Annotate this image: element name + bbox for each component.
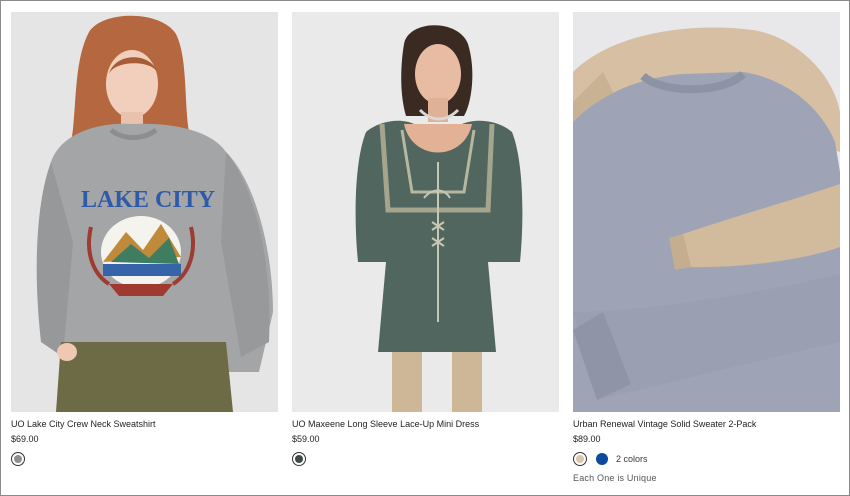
product-image-dress[interactable] bbox=[292, 12, 559, 412]
swatch-dot bbox=[576, 455, 584, 463]
color-swatch-gray[interactable] bbox=[11, 452, 25, 466]
product-price: $89.00 bbox=[573, 434, 601, 444]
swatch-dot bbox=[295, 455, 303, 463]
color-swatches bbox=[292, 451, 559, 467]
swatch-dot bbox=[596, 453, 608, 465]
product-name[interactable]: UO Lake City Crew Neck Sweatshirt bbox=[11, 419, 278, 430]
colors-count: 2 colors bbox=[616, 454, 648, 464]
color-swatch-blue[interactable] bbox=[595, 452, 609, 466]
product-note: Each One is Unique bbox=[573, 473, 657, 483]
swatch-dot bbox=[14, 455, 22, 463]
product-name[interactable]: Urban Renewal Vintage Solid Sweater 2-Pa… bbox=[573, 419, 840, 430]
product-image-sweater[interactable] bbox=[573, 12, 840, 412]
product-card: LAKE CITY UO Lake City Crew Neck Sweatsh… bbox=[11, 12, 278, 467]
product-price: $69.00 bbox=[11, 434, 39, 444]
product-image-sweatshirt[interactable]: LAKE CITY bbox=[11, 12, 278, 412]
product-card: UO Maxeene Long Sleeve Lace-Up Mini Dres… bbox=[292, 12, 559, 467]
color-swatch-dark-green[interactable] bbox=[292, 452, 306, 466]
product-grid-frame: LAKE CITY UO Lake City Crew Neck Sweatsh… bbox=[0, 0, 850, 496]
product-name[interactable]: UO Maxeene Long Sleeve Lace-Up Mini Dres… bbox=[292, 419, 559, 430]
color-swatches bbox=[11, 451, 278, 467]
color-swatches: 2 colors bbox=[573, 451, 840, 467]
product-card: Urban Renewal Vintage Solid Sweater 2-Pa… bbox=[573, 12, 840, 483]
product-grid: LAKE CITY UO Lake City Crew Neck Sweatsh… bbox=[11, 12, 841, 492]
color-swatch-beige[interactable] bbox=[573, 452, 587, 466]
product-price: $59.00 bbox=[292, 434, 320, 444]
sweatshirt-graphic-text: LAKE CITY bbox=[81, 187, 215, 213]
